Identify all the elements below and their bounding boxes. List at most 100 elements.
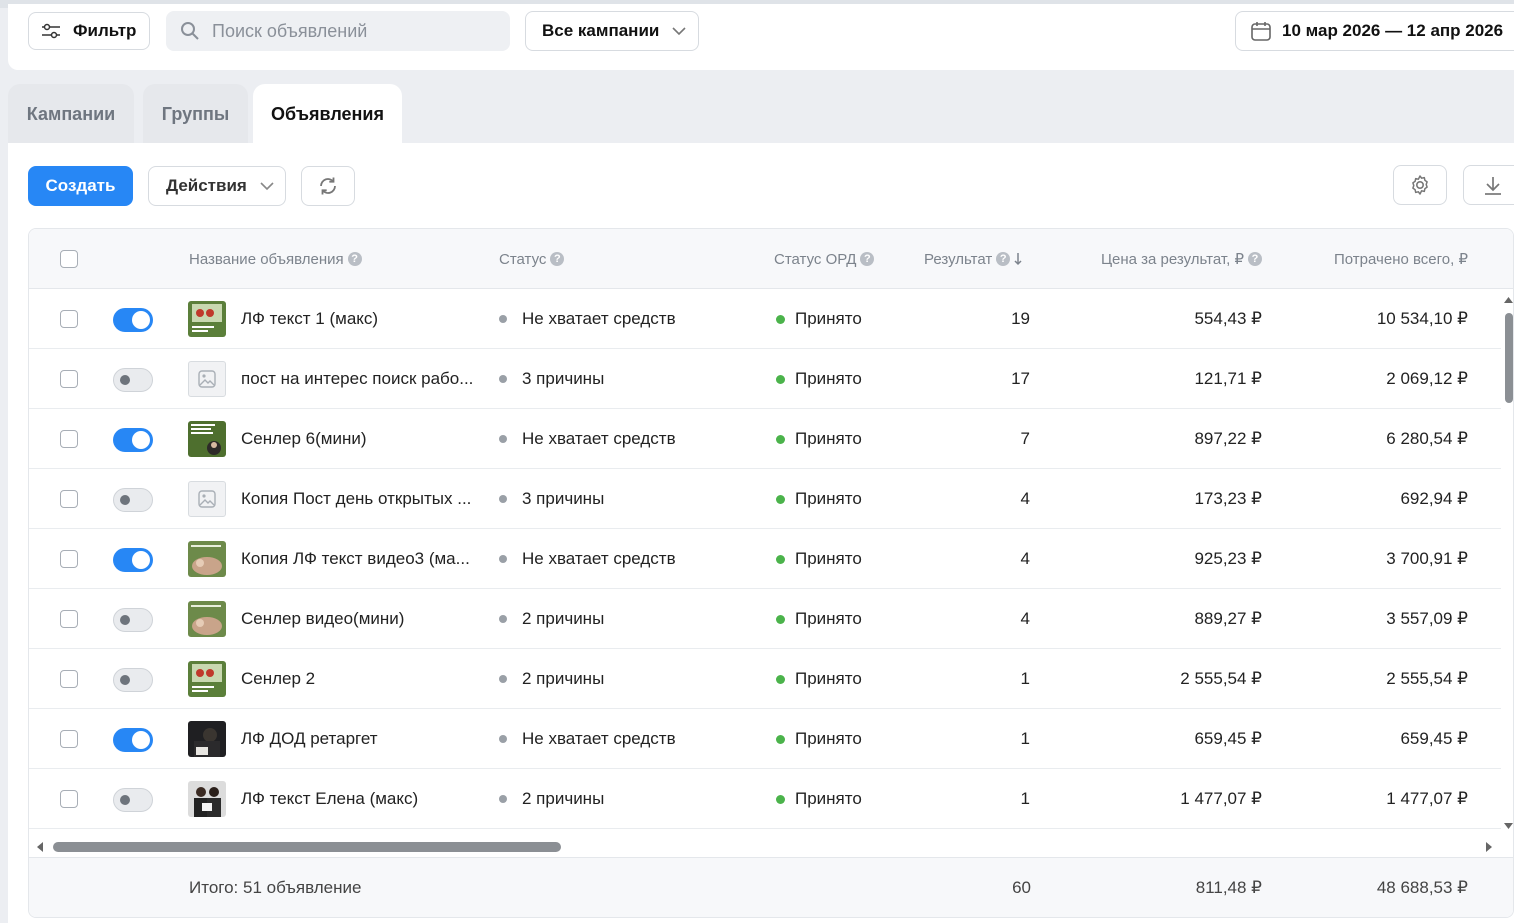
ad-status-text[interactable]: 3 причины — [522, 369, 604, 389]
ad-status-text[interactable]: Не хватает средств — [522, 309, 676, 329]
row-checkbox[interactable] — [60, 430, 78, 448]
ord-status-dot — [776, 614, 785, 624]
ad-enable-toggle[interactable] — [113, 788, 153, 812]
ad-enable-toggle[interactable] — [113, 308, 153, 332]
ord-status-dot — [776, 374, 785, 384]
table-row[interactable]: ЛФ ДОД ретаргет Не хватает средств Приня… — [29, 709, 1501, 769]
ad-name-link[interactable]: Сенлер 6(мини) — [241, 409, 367, 469]
ad-enable-toggle[interactable] — [113, 608, 153, 632]
ad-status-text[interactable]: 2 причины — [522, 669, 604, 689]
table-row[interactable]: пост на интерес поиск рабо... 3 причины … — [29, 349, 1501, 409]
filter-button[interactable]: Фильтр — [28, 12, 150, 50]
table-row[interactable]: Копия Пост день открытых ... 3 причины П… — [29, 469, 1501, 529]
scroll-left-arrow-icon[interactable] — [35, 841, 45, 853]
ad-spent: 692,94 ₽ — [1400, 489, 1468, 508]
help-icon[interactable]: ? — [347, 252, 362, 266]
row-checkbox[interactable] — [60, 490, 78, 508]
image-placeholder-icon — [188, 361, 226, 397]
ord-status-text: Принято — [795, 429, 862, 448]
ad-enable-toggle[interactable] — [113, 368, 153, 392]
col-spent-header[interactable]: Потрачено всего, ₽ — [1279, 229, 1468, 289]
ad-price: 1 477,07 ₽ — [1180, 789, 1262, 808]
col-status-header[interactable]: Статус? — [499, 229, 565, 289]
table-row[interactable]: Сенлер видео(мини) 2 причины Принято 4 8… — [29, 589, 1501, 649]
ad-name-link[interactable]: Сенлер видео(мини) — [241, 589, 404, 649]
help-icon[interactable]: ? — [1248, 252, 1262, 266]
vertical-scrollbar[interactable] — [1502, 289, 1514, 831]
col-ord-header[interactable]: Статус ОРД? — [774, 229, 875, 289]
ad-name-link[interactable]: пост на интерес поиск рабо... — [241, 349, 473, 409]
campaign-select[interactable]: Все кампании — [525, 11, 699, 51]
ad-result: 1 — [1020, 789, 1030, 808]
ad-enable-toggle[interactable] — [113, 488, 153, 512]
ad-thumbnail — [188, 301, 226, 337]
help-icon[interactable]: ? — [550, 252, 565, 266]
select-all-checkbox[interactable] — [60, 250, 78, 268]
ad-status-text[interactable]: Не хватает средств — [522, 549, 676, 569]
total-price: 811,48 ₽ — [1195, 878, 1262, 897]
tab-ads[interactable]: Объявления — [253, 84, 402, 144]
scroll-up-arrow-icon[interactable] — [1502, 295, 1514, 305]
scroll-down-arrow-icon[interactable] — [1502, 821, 1514, 831]
ad-name-link[interactable]: ЛФ текст 1 (макс) — [241, 289, 378, 349]
create-button[interactable]: Создать — [28, 166, 133, 206]
ad-thumbnail — [188, 721, 226, 757]
ad-status-text[interactable]: 2 причины — [522, 609, 604, 629]
sort-down-icon[interactable] — [1013, 252, 1023, 266]
status-dot — [499, 495, 507, 503]
table-row[interactable]: Копия ЛФ текст видео3 (ма... Не хватает … — [29, 529, 1501, 589]
ad-enable-toggle[interactable] — [113, 428, 153, 452]
ad-result: 1 — [1020, 669, 1030, 688]
settings-button[interactable] — [1393, 165, 1447, 205]
help-icon[interactable]: ? — [996, 252, 1011, 266]
ad-name-link[interactable]: ЛФ ДОД ретаргет — [241, 709, 378, 769]
row-checkbox[interactable] — [60, 790, 78, 808]
col-result-header[interactable]: Результат? — [924, 229, 1023, 289]
ad-name-link[interactable]: Копия Пост день открытых ... — [241, 469, 471, 529]
ord-status: Принято — [776, 709, 862, 769]
tab-groups[interactable]: Группы — [143, 84, 248, 144]
ad-enable-toggle[interactable] — [113, 548, 153, 572]
col-price-header[interactable]: Цена за результат, ₽? — [1059, 229, 1262, 289]
col-name-header[interactable]: Название объявления? — [189, 229, 362, 289]
ad-result: 19 — [1011, 309, 1030, 328]
actions-dropdown[interactable]: Действия — [148, 166, 286, 206]
ad-spent: 2 069,12 ₽ — [1386, 369, 1468, 388]
ad-name-link[interactable]: Копия ЛФ текст видео3 (ма... — [241, 529, 470, 589]
ad-enable-toggle[interactable] — [113, 728, 153, 752]
help-icon[interactable]: ? — [860, 252, 875, 266]
row-checkbox[interactable] — [60, 670, 78, 688]
ad-name-link[interactable]: ЛФ текст Елена (макс) — [241, 769, 418, 829]
ad-enable-toggle[interactable] — [113, 668, 153, 692]
horizontal-scroll-thumb[interactable] — [53, 842, 561, 852]
vertical-scroll-thumb[interactable] — [1505, 313, 1513, 403]
ad-spent: 10 534,10 ₽ — [1376, 309, 1468, 328]
ad-status-text[interactable]: 3 причины — [522, 489, 604, 509]
table-row[interactable]: Сенлер 2 2 причины Принято 1 2 555,54 ₽ … — [29, 649, 1501, 709]
search-input[interactable] — [210, 19, 504, 43]
row-checkbox[interactable] — [60, 610, 78, 628]
ad-status-text[interactable]: Не хватает средств — [522, 429, 676, 449]
refresh-button[interactable] — [301, 166, 355, 206]
tab-campaigns[interactable]: Кампании — [8, 84, 134, 144]
ad-name-link[interactable]: Сенлер 2 — [241, 649, 315, 709]
row-checkbox[interactable] — [60, 730, 78, 748]
table-row[interactable]: ЛФ текст Елена (макс) 2 причины Принято … — [29, 769, 1501, 829]
ad-result: 1 — [1020, 729, 1030, 748]
table-row[interactable]: ЛФ текст 1 (макс) Не хватает средств При… — [29, 289, 1501, 349]
create-label: Создать — [45, 176, 116, 195]
image-placeholder-icon — [188, 481, 226, 517]
ad-thumbnail — [188, 781, 226, 817]
date-range-picker[interactable]: 10 мар 2026 — 12 апр 2026 — [1235, 11, 1514, 51]
row-checkbox[interactable] — [60, 550, 78, 568]
ad-status-text[interactable]: 2 причины — [522, 789, 604, 809]
ad-status-text[interactable]: Не хватает средств — [522, 729, 676, 749]
search-box[interactable] — [166, 11, 510, 51]
row-checkbox[interactable] — [60, 310, 78, 328]
row-checkbox[interactable] — [60, 370, 78, 388]
table-row[interactable]: Сенлер 6(мини) Не хватает средств Принят… — [29, 409, 1501, 469]
scroll-right-arrow-icon[interactable] — [1484, 841, 1494, 853]
ord-status-dot — [776, 674, 785, 684]
download-button[interactable] — [1463, 165, 1514, 205]
ord-status-dot — [776, 794, 785, 804]
